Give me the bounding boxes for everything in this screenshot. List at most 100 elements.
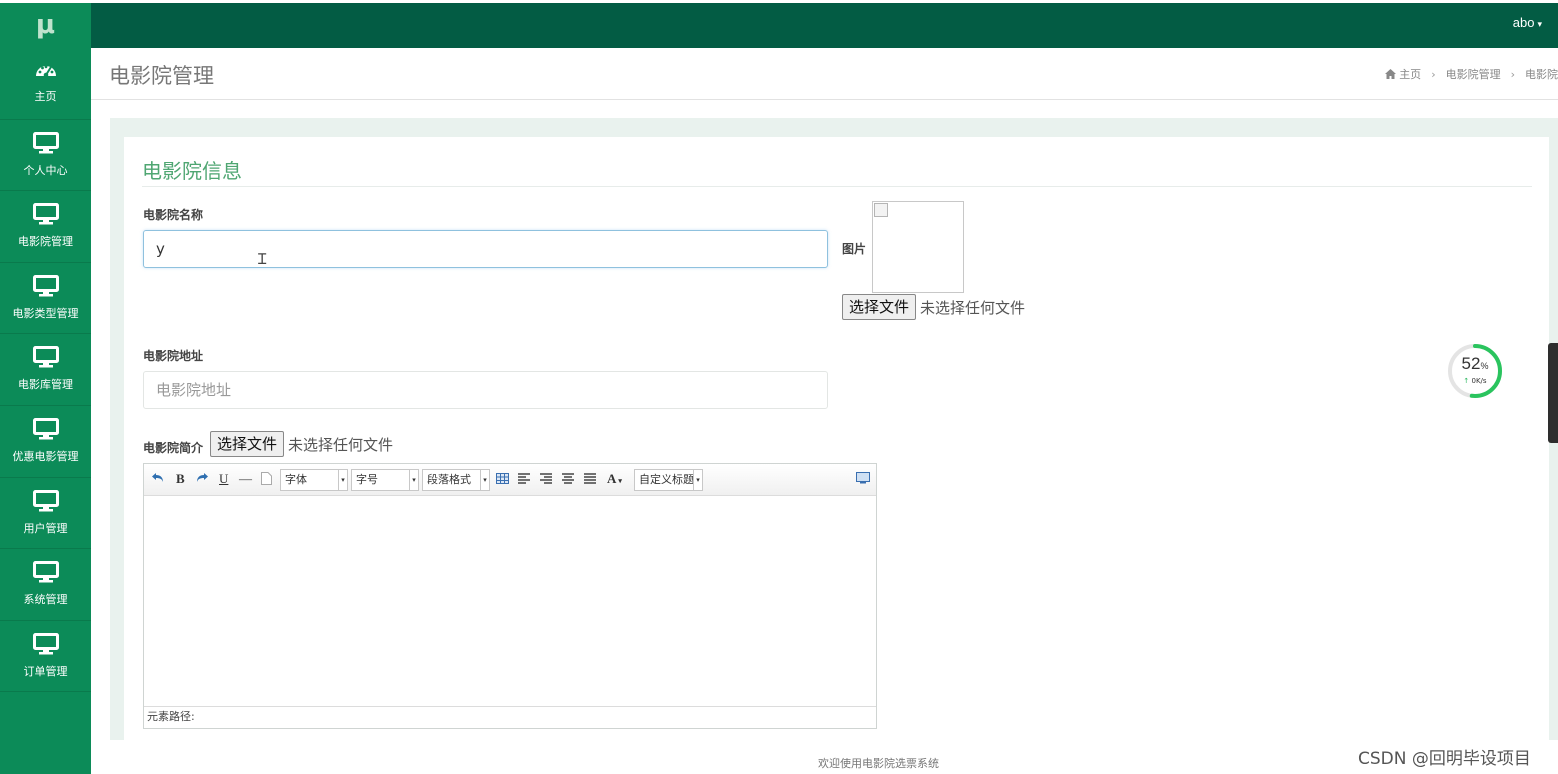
progress-percent-unit: % [1480,361,1489,371]
dropdown-arrow-icon: ▾ [618,477,622,485]
breadcrumb-separator: › [1431,68,1436,81]
user-name: abo [1512,15,1535,30]
sidebar-item-order-management[interactable]: 订单管理 [0,621,91,693]
font-family-select[interactable]: 字体 ▾ [280,469,348,491]
bold-button[interactable]: B [176,471,185,487]
top-bar: μ abo ▾ [0,0,1558,51]
side-scroll-handle[interactable] [1548,343,1558,443]
sidebar-item-personal-center[interactable]: 个人中心 [0,120,91,192]
sidebar-item-home[interactable]: 主页 [0,48,91,120]
sidebar-item-label: 主页 [34,90,57,103]
align-right-icon[interactable] [540,473,552,484]
image-preview [872,201,964,293]
font-size-select[interactable]: 字号 ▾ [351,469,419,491]
network-speed-widget[interactable]: 52% ↑ 0K/s [1446,342,1504,400]
breadcrumb-cinema-management-link[interactable]: 电影院管理 [1446,68,1501,81]
caret-down-icon: ▾ [1537,19,1542,29]
dropdown-arrow-icon: ▾ [409,469,418,491]
monitor-icon [32,274,59,297]
underline-button[interactable]: U [219,471,228,487]
horizontal-rule-button[interactable]: — [239,471,252,487]
paragraph-format-select[interactable]: 段落格式 ▾ [422,469,490,491]
custom-title-select[interactable]: 自定义标题 ▾ [634,469,703,491]
editor-toolbar: B U — 字体 ▾ 字号 ▾ 段落格式 ▾ A ▾ 自定义标题 ▾ [144,464,876,496]
sidebar-item-discount-movie-management[interactable]: 优惠电影管理 [0,406,91,478]
upload-arrow-icon: ↑ [1463,377,1470,385]
footer: 欢迎使用电影院选票系统 [91,740,1558,774]
sidebar-item-label: 优惠电影管理 [12,449,79,463]
table-icon[interactable] [496,473,509,484]
cinema-address-input[interactable]: 电影院地址 [143,371,828,409]
text-cursor-icon: Ɪ [258,250,267,268]
footer-text: 欢迎使用电影院选票系统 [818,757,939,770]
intro-choose-file-button[interactable]: 选择文件 [210,431,285,457]
sidebar-item-system-management[interactable]: 系统管理 [0,549,91,621]
cinema-address-label: 电影院地址 [143,349,204,363]
breadcrumb-separator: › [1510,68,1515,81]
sidebar-item-user-management[interactable]: 用户管理 [0,478,91,550]
cinema-name-value: y [156,240,165,258]
broken-image-icon [874,203,888,217]
breadcrumb-current: 电影院 [1525,68,1558,81]
sidebar-item-label: 系统管理 [23,593,68,607]
align-center-icon[interactable] [562,473,574,484]
cinema-intro-label: 电影院简介 [143,441,204,455]
font-color-button[interactable]: A ▾ [607,471,622,487]
image-file-status: 未选择任何文件 [920,298,1026,317]
rich-text-editor: B U — 字体 ▾ 字号 ▾ 段落格式 ▾ A ▾ 自定义标题 ▾ 元素路径: [143,463,877,729]
cinema-name-label: 电影院名称 [143,208,204,222]
page-break-icon[interactable] [261,472,272,485]
fullscreen-icon[interactable] [856,472,870,484]
sidebar-item-label: 个人中心 [23,163,68,177]
sidebar-item-label: 电影院管理 [18,235,73,249]
csdn-watermark: CSDN @回明毕设项目 [1358,749,1531,769]
user-menu[interactable]: abo ▾ [1513,15,1542,30]
image-choose-file-button[interactable]: 选择文件 [842,294,917,320]
page-title: 电影院管理 [109,64,214,88]
monitor-icon [32,489,59,512]
upload-speed: ↑ 0K/s [1446,377,1504,385]
font-color-label: A [607,471,617,486]
breadcrumb: 主页 › 电影院管理 › 电影院 [1385,66,1558,82]
breadcrumb-home-link[interactable]: 主页 [1399,68,1421,81]
align-left-icon[interactable] [518,473,530,484]
dropdown-arrow-icon: ▾ [693,469,702,491]
dropdown-arrow-icon: ▾ [480,469,489,491]
upload-speed-value: 0K/s [1471,377,1487,385]
monitor-icon [32,131,59,154]
sidebar: 主页 个人中心 电影院管理 电影类型管理 电影库管理 优惠电影管理 用户管理 系… [0,48,91,774]
image-file-picker: 选择文件 未选择任何文件 [842,294,1025,320]
progress-percent: 52% [1446,354,1504,374]
sidebar-item-label: 电影库管理 [18,378,73,392]
redo-icon[interactable] [195,472,209,484]
undo-icon[interactable] [151,472,165,484]
panel-title: 电影院信息 [142,159,242,183]
monitor-icon [32,632,59,655]
app-logo[interactable]: μ [0,3,91,51]
sidebar-item-label: 订单管理 [23,664,68,678]
custom-title-value: 自定义标题 [639,473,694,486]
dropdown-arrow-icon: ▾ [338,469,347,491]
monitor-icon [32,417,59,440]
dashboard-icon [35,65,56,78]
panel-divider [142,186,1532,187]
intro-file-picker: 选择文件 未选择任何文件 [210,431,393,457]
monitor-icon [32,561,59,583]
sidebar-item-cinema-management[interactable]: 电影院管理 [0,191,91,263]
sidebar-item-label: 电影类型管理 [12,306,79,320]
align-justify-icon[interactable] [584,473,596,484]
sidebar-item-movie-type-management[interactable]: 电影类型管理 [0,263,91,335]
cinema-name-input[interactable]: y Ɪ [143,230,828,268]
sidebar-item-label: 用户管理 [23,521,68,535]
font-size-value: 字号 [356,473,378,486]
home-icon [1385,69,1397,79]
progress-percent-value: 52 [1461,354,1481,373]
editor-content-area[interactable] [144,496,876,706]
editor-element-path: 元素路径: [144,706,876,728]
cinema-address-placeholder: 电影院地址 [156,381,232,399]
paragraph-format-value: 段落格式 [427,473,471,486]
font-family-value: 字体 [285,473,307,486]
sidebar-item-movie-library-management[interactable]: 电影库管理 [0,334,91,406]
cinema-info-panel: 电影院信息 电影院名称 y Ɪ 图片 选择文件 未选择任何文件 电影院地址 电影院… [124,137,1549,740]
image-label: 图片 [842,242,867,256]
